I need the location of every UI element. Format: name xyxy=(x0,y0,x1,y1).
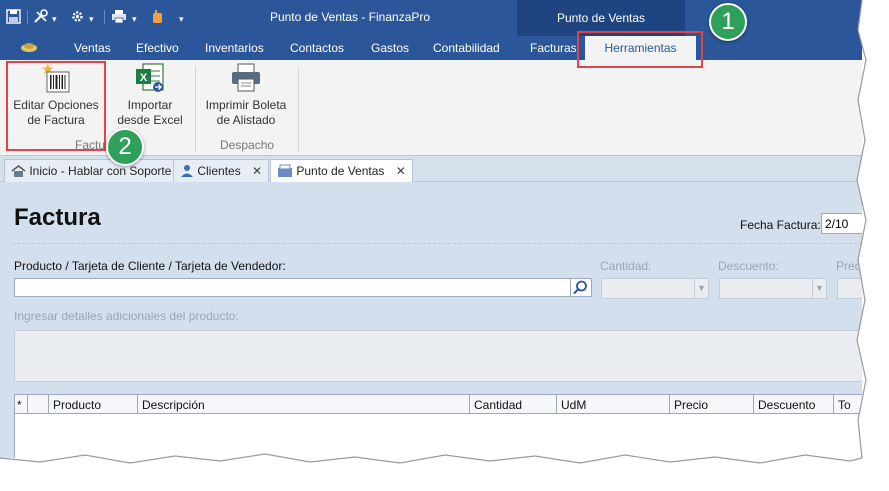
search-button[interactable] xyxy=(571,278,592,297)
svg-text:X: X xyxy=(140,72,148,84)
doc-tab-label: Punto de Ventas xyxy=(296,164,385,178)
product-details-textarea[interactable] xyxy=(14,330,862,382)
invoice-form: Factura Fecha Factura: 2/10 Producto / T… xyxy=(0,182,862,458)
home-icon xyxy=(11,165,26,177)
highlight-box-herramientas xyxy=(577,31,703,68)
tab-contactos[interactable]: Contactos xyxy=(290,41,344,55)
tab-efectivo[interactable]: Efectivo xyxy=(136,41,179,55)
doc-tab-clientes[interactable]: Clientes ✕ xyxy=(173,159,270,182)
close-icon[interactable]: ✕ xyxy=(252,164,262,178)
column-header-precio[interactable]: Precio xyxy=(670,395,754,414)
page-title: Factura xyxy=(14,204,101,231)
printer-icon xyxy=(232,63,260,92)
column-header-producto[interactable]: Producto xyxy=(49,395,138,414)
doc-tab-label: Inicio - Hablar con Soporte xyxy=(29,164,172,178)
doc-tab-inicio[interactable]: Inicio - Hablar con Soporte xyxy=(4,159,179,182)
descuento-label: Descuento: xyxy=(718,259,779,273)
highlight-box-editar xyxy=(6,61,106,151)
tab-facturas[interactable]: Facturas xyxy=(530,41,577,55)
chevron-down-icon: ▼ xyxy=(694,279,708,298)
doc-tab-label: Clientes xyxy=(197,164,241,178)
column-header-cantidad[interactable]: Cantidad xyxy=(470,395,557,414)
importar-label: Importar desde Excel xyxy=(117,98,183,127)
group-separator xyxy=(195,66,196,152)
pos-icon xyxy=(278,164,292,177)
app-window: ▾ ▾ ▾ ▾ Punto de Ventas - FinanzaPro Pun… xyxy=(0,0,862,458)
tab-contabilidad[interactable]: Contabilidad xyxy=(433,41,500,55)
tab-ventas[interactable]: Ventas xyxy=(74,41,111,55)
descuento-dropdown[interactable]: ▼ xyxy=(719,278,827,299)
callout-2: 2 xyxy=(106,128,144,166)
column-header-total[interactable]: To xyxy=(834,395,862,414)
imprimir-label: Imprimir Boleta de Alistado xyxy=(205,98,287,127)
cantidad-label: Cantidad: xyxy=(600,259,652,273)
divider xyxy=(12,243,862,244)
details-label: Ingresar detalles adicionales del produc… xyxy=(14,309,239,323)
column-header-udm[interactable]: UdM xyxy=(557,395,670,414)
callout-1: 1 xyxy=(709,3,747,41)
column-header-descripcion[interactable]: Descripción xyxy=(138,395,470,414)
group-label-despacho: Despacho xyxy=(220,138,275,152)
chevron-down-icon: ▼ xyxy=(812,279,826,298)
precio-dropdown[interactable] xyxy=(837,278,862,299)
column-header-descuento[interactable]: Descuento xyxy=(754,395,834,414)
tab-inventarios[interactable]: Inventarios xyxy=(205,41,264,55)
excel-icon: X xyxy=(136,63,164,92)
column-header-new-row: * xyxy=(15,395,28,414)
group-separator xyxy=(298,66,299,152)
app-logo-icon[interactable] xyxy=(20,41,38,56)
doc-tab-punto-de-ventas[interactable]: Punto de Ventas ✕ xyxy=(270,159,413,183)
imprimir-boleta-button[interactable]: Imprimir Boleta de Alistado xyxy=(200,62,292,128)
grid-header: * Producto Descripción Cantidad UdM Prec… xyxy=(15,395,862,414)
product-search-input[interactable] xyxy=(14,278,571,297)
invoice-lines-grid: * Producto Descripción Cantidad UdM Prec… xyxy=(14,394,862,458)
close-icon[interactable]: ✕ xyxy=(396,164,406,178)
precio-label: Prec xyxy=(836,259,861,273)
importar-excel-button[interactable]: X Importar desde Excel xyxy=(112,62,188,128)
fecha-factura-input[interactable]: 2/10 xyxy=(821,213,862,234)
search-icon xyxy=(573,280,587,295)
fecha-factura-label: Fecha Factura: xyxy=(740,218,821,232)
cantidad-dropdown[interactable]: ▼ xyxy=(601,278,709,299)
contacts-icon xyxy=(181,165,193,177)
tab-gastos[interactable]: Gastos xyxy=(371,41,409,55)
column-header-selector xyxy=(28,395,49,414)
product-label: Producto / Tarjeta de Cliente / Tarjeta … xyxy=(14,259,286,273)
